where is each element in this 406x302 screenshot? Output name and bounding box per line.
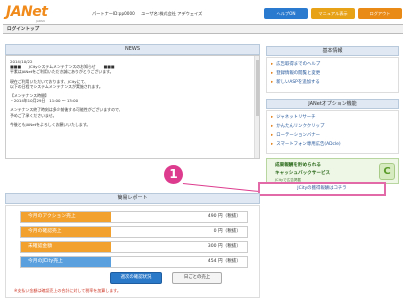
- weekly-status-button[interactable]: 週次の確認状況: [110, 272, 162, 284]
- news-scrollbar[interactable]: [254, 56, 259, 158]
- report-row-value: 0 円（税抜）: [213, 229, 241, 234]
- jcity-banner[interactable]: 成果報酬を貯められる キャッシュバックサービス JCityで広告掲載 C: [266, 158, 399, 184]
- partner-id: パートナーID:pp0000: [92, 11, 135, 16]
- news-heading: NEWS: [5, 44, 260, 55]
- basic-info-list: 広告取得までのヘルプ 登録情報の閲覧と変更 新しいASPを追加する: [266, 57, 399, 93]
- link-smartphone-ads[interactable]: スマートフォン専用広告(ADcle): [271, 140, 394, 149]
- report-row-jcity-sales: 今月のJCity売上 454 円（税抜）: [20, 256, 248, 268]
- jcity-coin-icon: C: [379, 163, 395, 180]
- basic-info-heading: 基本情報: [266, 46, 399, 56]
- link-janet-research[interactable]: ジャネットリサーチ: [271, 113, 394, 122]
- logout-button[interactable]: ログアウト: [358, 8, 402, 19]
- report-row-label: 今月のアクション売上: [21, 212, 111, 222]
- banner-line1: 成果報酬を貯められる: [275, 163, 321, 168]
- report-panel: 今月のアクション売上 490 円（税抜） 今月の確認売上 0 円（税抜） 未確認…: [5, 205, 260, 298]
- banner-line2: キャッシュバックサービス: [275, 171, 331, 176]
- report-row-value: 454 円（税抜）: [207, 259, 241, 264]
- report-row-unconfirmed: 未確認金額 300 円（税抜）: [20, 241, 248, 253]
- daily-sales-button[interactable]: 日ごとの売上: [172, 272, 222, 284]
- news-line: 今後ともJANetをよろしくお願いいたします。: [10, 121, 91, 127]
- report-heading: 簡易レポート: [5, 193, 260, 204]
- help-toggle-button[interactable]: ヘルプON: [264, 8, 308, 19]
- step-number-badge: 1: [164, 165, 183, 184]
- report-note: ※支払い金額は確認売上の合計に対して税率を加算します。: [14, 288, 121, 293]
- report-row-value: 490 円（税抜）: [207, 214, 241, 219]
- logo-text: JANet: [6, 4, 48, 20]
- option-heading: JANetオプション機能: [266, 99, 399, 109]
- option-list: ジャネットリサーチ かんたんリンククリップ ローテーションバナー スマートフォン…: [266, 110, 399, 154]
- news-body: 2014/10/22 ■■■ JCityシステムメンテナンスのお知らせ ■■■ 平素…: [10, 59, 255, 127]
- news-panel[interactable]: 2014/10/22 ■■■ JCityシステムメンテナンスのお知らせ ■■■ 平素…: [5, 55, 260, 159]
- nav-bar: ログイントップ: [3, 24, 403, 34]
- report-row-confirmed-sales: 今月の確認売上 0 円（税抜）: [20, 226, 248, 238]
- link-account-settings[interactable]: 登録情報の閲覧と変更: [271, 69, 394, 78]
- tab-login-top[interactable]: ログイントップ: [7, 26, 39, 32]
- report-row-value: 300 円（税抜）: [207, 244, 241, 249]
- link-add-asp[interactable]: 新しいASPを追加する: [271, 78, 394, 87]
- callout-connector: [182, 183, 260, 193]
- news-scrollbar-thumb[interactable]: [256, 60, 259, 116]
- report-row-label: 今月の確認売上: [21, 227, 111, 237]
- manual-button[interactable]: マニュアル表示: [311, 8, 355, 19]
- account-info: パートナーID:pp0000 ユーザ名:株式会社 アデウェイズ: [92, 11, 207, 17]
- jcity-reward-link[interactable]: JCityの獲得報酬はコチラ: [258, 182, 386, 196]
- user-name: ユーザ名:株式会社 アデウェイズ: [141, 11, 203, 16]
- report-row-label: 今月のJCity売上: [21, 257, 111, 267]
- link-help-ad[interactable]: 広告取得までのヘルプ: [271, 60, 394, 69]
- link-easy-link-clip[interactable]: かんたんリンククリップ: [271, 122, 394, 131]
- report-row-action-sales: 今月のアクション売上 490 円（税抜）: [20, 211, 248, 223]
- janet-logo[interactable]: JANet JAPAN AFFILIATE NETWORK: [6, 4, 86, 27]
- report-row-label: 未確認金額: [21, 242, 111, 252]
- link-rotation-banner[interactable]: ローテーションバナー: [271, 131, 394, 140]
- janet-login-top: JANet JAPAN AFFILIATE NETWORK パートナーID:pp…: [0, 0, 406, 302]
